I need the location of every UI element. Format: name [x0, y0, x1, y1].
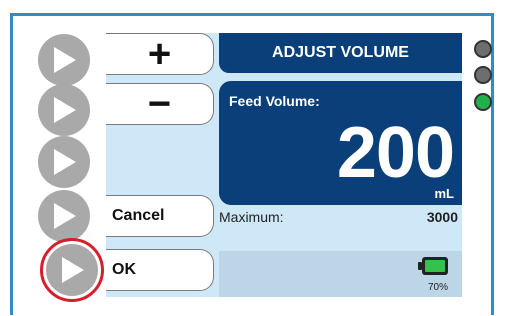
feed-volume-unit: mL	[434, 186, 455, 201]
decrease-button[interactable]: −	[106, 83, 214, 125]
screen-title: ADJUST VOLUME	[219, 33, 462, 73]
maximum-value: 3000	[426, 209, 458, 225]
status-led-2	[474, 66, 492, 84]
status-led-3	[474, 93, 492, 111]
lcd-screen: + − Cancel OK ADJUST VOLUME Feed Volume:…	[106, 33, 462, 297]
maximum-label: Maximum:	[219, 209, 284, 225]
cancel-button[interactable]: Cancel	[106, 195, 214, 237]
ok-label: OK	[112, 261, 136, 278]
cancel-label: Cancel	[112, 207, 165, 224]
increase-button[interactable]: +	[106, 33, 214, 75]
status-led-1	[474, 40, 492, 58]
play-icon	[62, 257, 84, 283]
side-button-1[interactable]	[38, 34, 90, 86]
status-bar: 70%	[219, 251, 462, 297]
side-button-ok[interactable]	[40, 238, 104, 302]
side-button-4[interactable]	[38, 190, 90, 242]
maximum-row: Maximum: 3000	[219, 209, 458, 229]
minus-icon: −	[147, 82, 172, 126]
play-icon	[54, 203, 76, 229]
side-button-2[interactable]	[38, 84, 90, 136]
ok-button[interactable]: OK	[106, 249, 214, 291]
feed-volume-value: 200	[336, 113, 455, 193]
feed-volume-panel: Feed Volume: 200 mL	[219, 81, 462, 205]
play-icon	[54, 97, 76, 123]
screen-title-text: ADJUST VOLUME	[272, 44, 409, 61]
battery-percent: 70%	[427, 282, 448, 293]
side-button-3[interactable]	[38, 136, 90, 188]
play-icon	[54, 47, 76, 73]
plus-icon: +	[147, 33, 172, 76]
feed-volume-label: Feed Volume:	[229, 93, 320, 109]
play-icon	[54, 149, 76, 175]
battery-icon	[418, 257, 448, 275]
